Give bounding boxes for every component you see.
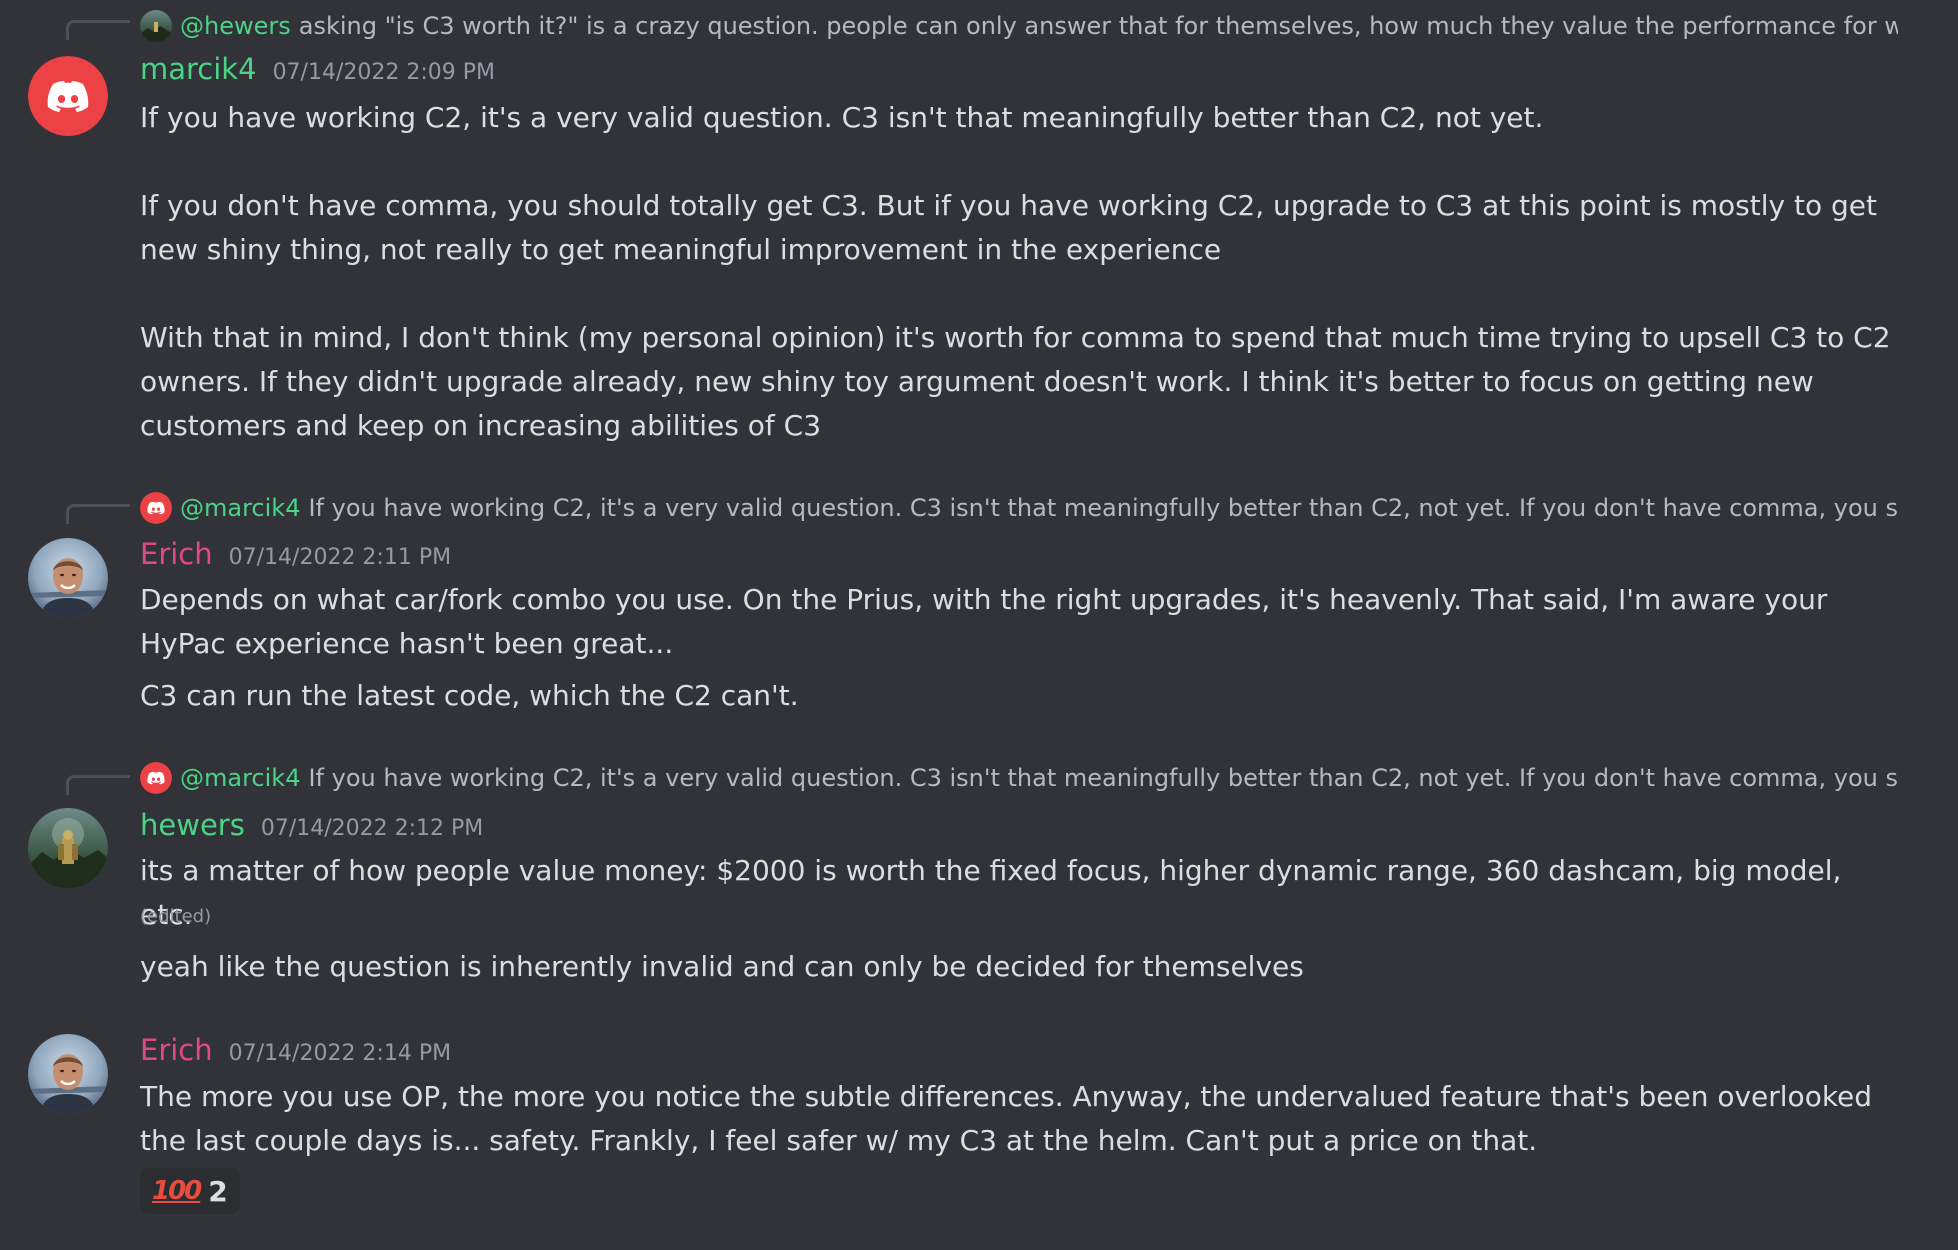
discord-mini-avatar-icon xyxy=(140,492,172,524)
reply-mention[interactable]: @hewers xyxy=(180,12,291,40)
message-content: Depends on what car/fork combo you use. … xyxy=(140,578,1900,718)
message-content: yeah like the question is inherently inv… xyxy=(140,945,1900,989)
timestamp: 07/14/2022 2:11 PM xyxy=(228,545,452,570)
reply-connector xyxy=(66,20,130,40)
username[interactable]: Erich xyxy=(140,537,213,571)
discord-mini-avatar-icon xyxy=(140,762,172,794)
landscape-avatar xyxy=(28,808,108,888)
username[interactable]: hewers xyxy=(140,808,245,842)
avatar[interactable] xyxy=(28,538,108,618)
reply-mention[interactable]: @marcik4 xyxy=(180,494,300,522)
message-content: its a matter of how people value money: … xyxy=(140,849,1900,937)
edited-label: (edited) xyxy=(140,906,212,927)
message-paragraph: Depends on what car/fork combo you use. … xyxy=(140,583,1828,660)
reply-text[interactable]: asking "is C3 worth it?" is a crazy ques… xyxy=(299,12,1898,40)
discord-logo-icon xyxy=(28,56,108,136)
user-photo-avatar xyxy=(28,538,108,618)
message-paragraph: C3 can run the latest code, which the C2… xyxy=(140,679,799,712)
username[interactable]: marcik4 xyxy=(140,52,257,86)
avatar[interactable] xyxy=(28,1034,108,1114)
reaction-button[interactable]: 100 2 xyxy=(140,1168,240,1214)
message-header: Erich 07/14/2022 2:14 PM xyxy=(140,1033,451,1073)
reply-preview[interactable]: @marcik4 If you have working C2, it's a … xyxy=(140,761,1898,795)
reply-mention[interactable]: @marcik4 xyxy=(180,764,300,792)
reply-connector xyxy=(66,504,130,524)
reply-connector xyxy=(66,775,130,795)
message-paragraph: With that in mind, I don't think (my per… xyxy=(140,321,1891,442)
message-paragraph: yeah like the question is inherently inv… xyxy=(140,950,1304,983)
avatar[interactable] xyxy=(28,56,108,136)
reply-preview[interactable]: @marcik4 If you have working C2, it's a … xyxy=(140,491,1898,525)
message-paragraph: The more you use OP, the more you notice… xyxy=(140,1080,1873,1157)
timestamp: 07/14/2022 2:12 PM xyxy=(260,816,484,841)
reaction-count: 2 xyxy=(208,1174,228,1208)
message-content: The more you use OP, the more you notice… xyxy=(140,1075,1900,1163)
message-paragraph: If you don't have comma, you should tota… xyxy=(140,189,1877,266)
message-header: marcik4 07/14/2022 2:09 PM xyxy=(140,52,495,92)
reply-text[interactable]: If you have working C2, it's a very vali… xyxy=(308,494,1898,522)
username[interactable]: Erich xyxy=(140,1033,213,1067)
reply-text[interactable]: If you have working C2, it's a very vali… xyxy=(308,764,1898,792)
timestamp: 07/14/2022 2:14 PM xyxy=(228,1041,452,1066)
hundred-points-icon: 100 xyxy=(152,1176,202,1206)
message-content: If you have working C2, it's a very vali… xyxy=(140,96,1900,448)
message-paragraph: its a matter of how people value money: … xyxy=(140,854,1842,931)
reply-preview[interactable]: @hewers asking "is C3 worth it?" is a cr… xyxy=(140,9,1898,43)
message-paragraph: If you have working C2, it's a very vali… xyxy=(140,101,1544,134)
message-header: Erich 07/14/2022 2:11 PM xyxy=(140,537,451,577)
message-header: hewers 07/14/2022 2:12 PM xyxy=(140,808,483,848)
avatar[interactable] xyxy=(28,808,108,888)
user-photo-avatar xyxy=(28,1034,108,1114)
hewers-mini-avatar-icon xyxy=(140,10,172,42)
timestamp: 07/14/2022 2:09 PM xyxy=(272,60,496,85)
